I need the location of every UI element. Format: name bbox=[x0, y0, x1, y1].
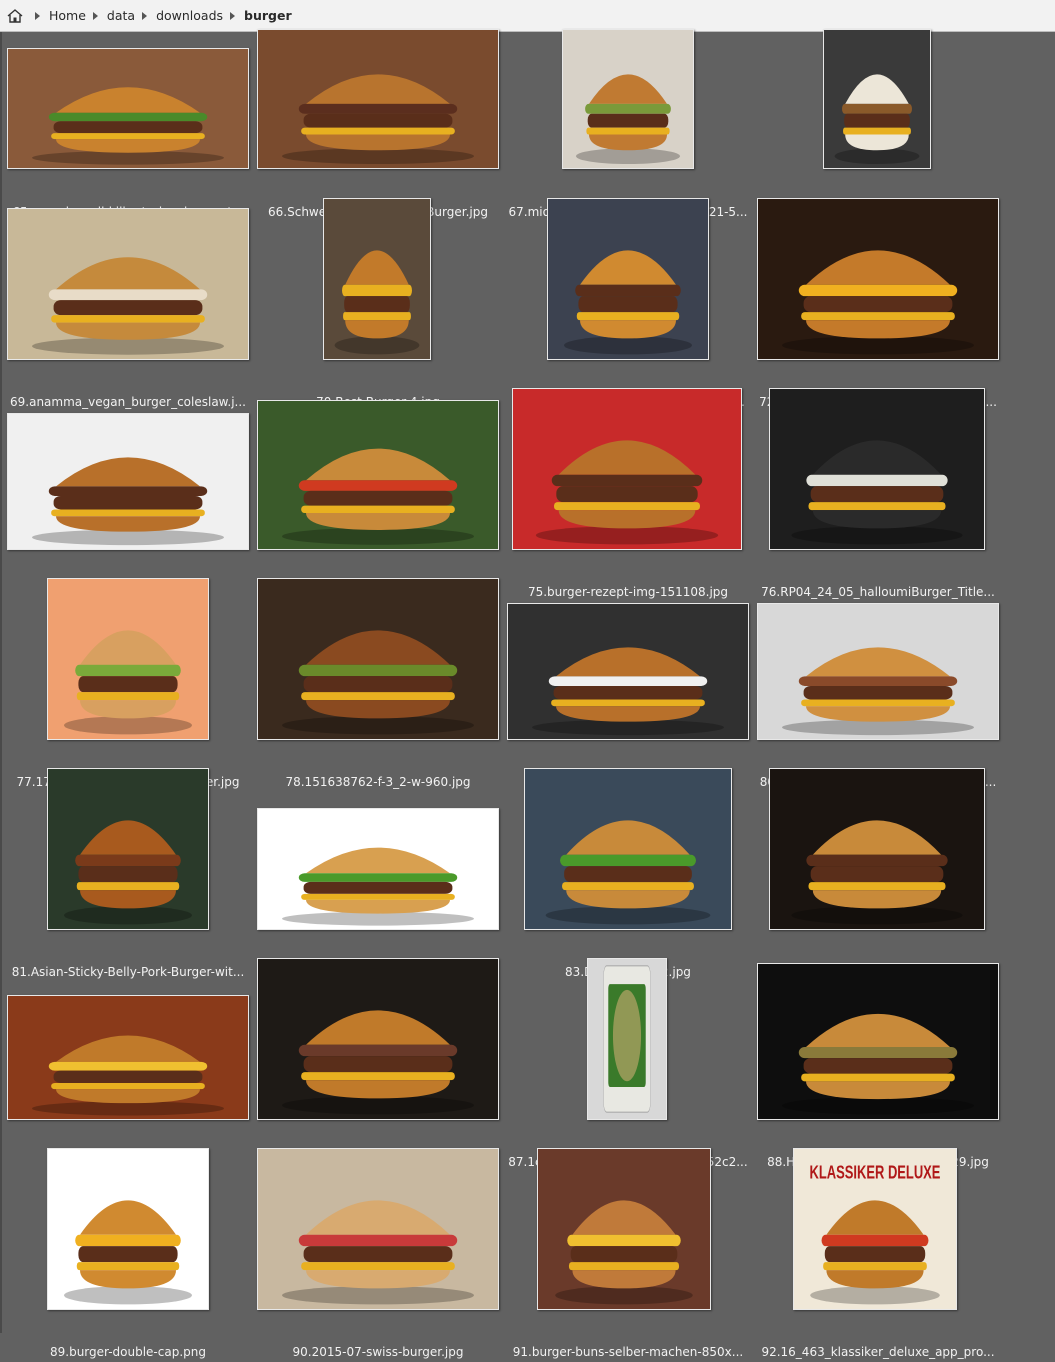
thumbnail-caption: 89.burger-double-cap.png bbox=[50, 1345, 206, 1359]
thumbnail-image[interactable] bbox=[7, 208, 249, 360]
thumbnail-item[interactable]: 69.anamma_vegan_burger_coleslaw.j... bbox=[3, 208, 253, 412]
thumbnail-image[interactable] bbox=[47, 578, 209, 740]
thumbnail-item[interactable]: 87.1cddcb3c1273ff86644d2be1c52c2... bbox=[503, 958, 753, 1172]
thumbnail-image[interactable] bbox=[7, 413, 249, 550]
thumbnail-image[interactable] bbox=[524, 768, 732, 930]
thumbnail-item[interactable]: 66.Schweinebauch-Bacon-Burger.jpg bbox=[253, 29, 503, 222]
thumbnail-image[interactable] bbox=[47, 768, 209, 930]
thumbnail-image[interactable] bbox=[769, 388, 985, 550]
thumbnail-image[interactable] bbox=[7, 995, 249, 1120]
thumbnail-item[interactable]: 83.DSC_0127ed2.jpg bbox=[503, 768, 753, 982]
thumbnail-item[interactable]: 74.190524-classic-american-cheeseb... bbox=[253, 400, 503, 602]
thumbnail-item[interactable]: 82.So-schmeckt-der-neue-Vegan-Bur... bbox=[253, 792, 503, 982]
thumbnail-item[interactable]: 80.lecker_muss_es_sein_10-2017_-Bu... bbox=[753, 602, 1003, 792]
thumbnail-image[interactable] bbox=[257, 808, 499, 930]
thumbnail-image[interactable] bbox=[587, 958, 667, 1120]
thumbnail-item[interactable]: 72.5c420211b492cb5cdb1d88d4-750... bbox=[753, 198, 1003, 412]
thumbnail-item[interactable]: 70.Best-Burger-4.jpg bbox=[253, 198, 503, 412]
thumbnail-item[interactable]: 88.Hamburger_%28black_bg%29.jpg bbox=[753, 963, 1003, 1172]
thumbnail-image[interactable] bbox=[769, 768, 985, 930]
breadcrumb-data[interactable]: data bbox=[107, 8, 135, 23]
thumbnail-item[interactable]: 77.17980-suesse-fruechte-burger.jpg bbox=[3, 578, 253, 792]
thumbnail-caption: 78.151638762-f-3_2-w-960.jpg bbox=[285, 775, 471, 789]
thumbnail-image[interactable] bbox=[512, 388, 742, 550]
breadcrumb-downloads[interactable]: downloads bbox=[156, 8, 223, 23]
thumbnail-image[interactable] bbox=[757, 963, 999, 1120]
thumbnail-image[interactable] bbox=[257, 400, 499, 550]
thumbnail-item[interactable]: 65.anne-burrell-killer-turkey-burger-t..… bbox=[3, 32, 253, 222]
thumbnail-image[interactable] bbox=[823, 29, 931, 169]
thumbnail-image[interactable] bbox=[257, 1148, 499, 1310]
thumbnail-item[interactable]: 71.exps28800_UG143377D12_18_1b... bbox=[503, 198, 753, 412]
thumbnail-item[interactable]: 89.burger-double-cap.png bbox=[3, 1148, 253, 1362]
thumbnail-caption: 76.RP04_24_05_halloumiBurger_Title... bbox=[761, 585, 995, 599]
thumbnail-item[interactable]: 76.RP04_24_05_halloumiBurger_Title... bbox=[753, 388, 1003, 602]
svg-text:KLASSIKER DELUXE: KLASSIKER DELUXE bbox=[810, 1164, 941, 1184]
thumbnail-item[interactable]: 84.20150728-homemade-whopper-fo... bbox=[753, 768, 1003, 982]
thumbnail-image[interactable] bbox=[257, 29, 499, 169]
thumbnail-item[interactable]: KLASSIKER DELUXE 92.16_463_klassiker_delu… bbox=[753, 1148, 1003, 1362]
thumbnail-image[interactable] bbox=[47, 1148, 209, 1310]
chevron-right-icon bbox=[142, 11, 148, 20]
thumbnail-image[interactable] bbox=[323, 198, 431, 360]
thumbnail-caption: 92.16_463_klassiker_deluxe_app_pro... bbox=[761, 1345, 995, 1359]
thumbnail-caption: 75.burger-rezept-img-151108.jpg bbox=[527, 585, 729, 599]
chevron-right-icon bbox=[35, 11, 40, 20]
thumbnail-item[interactable]: 79.burger-bild.jpg bbox=[503, 602, 753, 792]
thumbnail-item[interactable]: 78.151638762-f-3_2-w-960.jpg bbox=[253, 578, 503, 792]
thumbnail-item[interactable]: 85.burger-rezepte.jpg bbox=[3, 982, 253, 1172]
thumbnail-item[interactable]: 91.burger-buns-selber-machen-850x... bbox=[503, 1148, 753, 1362]
chevron-right-icon bbox=[92, 11, 98, 20]
thumbnail-image[interactable] bbox=[507, 603, 749, 740]
thumbnail-image[interactable] bbox=[7, 48, 249, 169]
thumbnail-item[interactable]: 90.2015-07-swiss-burger.jpg bbox=[253, 1148, 503, 1362]
thumbnail-caption: 90.2015-07-swiss-burger.jpg bbox=[292, 1345, 464, 1359]
home-icon[interactable] bbox=[6, 7, 24, 25]
thumbnail-image[interactable]: KLASSIKER DELUXE bbox=[793, 1148, 957, 1310]
breadcrumb-home[interactable]: Home bbox=[49, 8, 86, 23]
thumbnail-item[interactable]: 81.Asian-Sticky-Belly-Pork-Burger-wit... bbox=[3, 768, 253, 982]
thumbnail-image[interactable] bbox=[257, 958, 499, 1120]
breadcrumb: Home data downloads burger bbox=[0, 0, 1055, 32]
thumbnail-caption: 69.anamma_vegan_burger_coleslaw.j... bbox=[10, 395, 246, 409]
thumbnail-caption: 81.Asian-Sticky-Belly-Pork-Burger-wit... bbox=[11, 965, 245, 979]
thumbnail-image[interactable] bbox=[257, 578, 499, 740]
thumbnail-image[interactable] bbox=[757, 198, 999, 360]
breadcrumb-burger[interactable]: burger bbox=[244, 8, 292, 23]
thumbnail-caption: 91.burger-buns-selber-machen-850x... bbox=[512, 1345, 744, 1359]
thumbnail-item[interactable]: 75.burger-rezept-img-151108.jpg bbox=[503, 388, 753, 602]
thumbnail-grid: 65.anne-burrell-killer-turkey-burger-t..… bbox=[0, 29, 1055, 1359]
thumbnail-item[interactable]: 67.mio_rezepte_1117_0051_v4_121-5... bbox=[503, 29, 753, 222]
thumbnail-image[interactable] bbox=[562, 29, 694, 169]
thumbnail-image[interactable] bbox=[547, 198, 709, 360]
thumbnail-item[interactable]: 68.gua-bao-burger.jpg bbox=[753, 29, 1003, 222]
thumbnail-item[interactable]: 73.Burger-Pool-Grill.jpg bbox=[3, 412, 253, 602]
thumbnail-image[interactable] bbox=[757, 603, 999, 740]
chevron-right-icon bbox=[230, 11, 236, 20]
thumbnail-item[interactable]: 86.Burger_680x453px.jpg bbox=[253, 958, 503, 1172]
thumbnail-image[interactable] bbox=[537, 1148, 711, 1310]
